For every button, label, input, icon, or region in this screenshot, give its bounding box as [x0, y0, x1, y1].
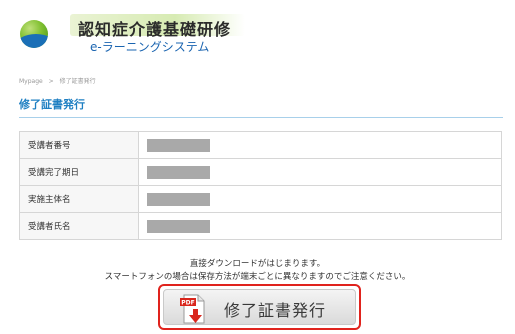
site-subtitle: e-ラーニングシステム: [90, 40, 210, 54]
issue-certificate-button-frame: PDF 修了証書発行: [158, 284, 361, 330]
issue-certificate-button[interactable]: PDF 修了証書発行: [163, 289, 356, 325]
issue-certificate-button-label: 修了証書発行: [224, 301, 327, 320]
table-row: 受講者氏名: [19, 212, 502, 240]
row-label: 受講者番号: [19, 131, 139, 159]
row-label: 実施主体名: [19, 185, 139, 213]
row-value: [138, 131, 502, 159]
site-title: 認知症介護基礎研修: [78, 20, 232, 39]
title-divider: [19, 117, 503, 118]
row-label: 受講完了期日: [19, 158, 139, 186]
logo-mark: [20, 20, 48, 48]
redacted-value: [147, 219, 210, 233]
table-row: 受講者番号: [19, 131, 502, 159]
smartphone-notice: スマートフォンの場合は保存方法が端末ごとに異なりますのでご注意ください。: [104, 272, 411, 282]
redacted-value: [147, 192, 210, 206]
table-row: 受講完了期日: [19, 158, 502, 186]
page-title: 修了証書発行: [19, 98, 85, 111]
breadcrumb-home-link[interactable]: Mypage: [19, 78, 43, 85]
download-notice: 直接ダウンロードがはじまります。: [189, 259, 326, 269]
certificate-info-table: 受講者番号 受講完了期日 実施主体名 受講者氏名: [19, 131, 502, 240]
pdf-download-icon: PDF: [180, 294, 205, 324]
row-value: [138, 185, 502, 213]
redacted-value: [147, 138, 210, 152]
pdf-label: PDF: [181, 300, 194, 307]
breadcrumb-separator: >: [48, 78, 54, 85]
row-value: [138, 158, 502, 186]
row-value: [138, 212, 502, 240]
table-row: 実施主体名: [19, 185, 502, 213]
row-label: 受講者氏名: [19, 212, 139, 240]
redacted-value: [147, 165, 210, 179]
breadcrumb-current: 修了証書発行: [59, 78, 96, 85]
site-header: 認知症介護基礎研修 e-ラーニングシステム: [0, 0, 515, 66]
breadcrumb: Mypage > 修了証書発行: [19, 76, 100, 85]
